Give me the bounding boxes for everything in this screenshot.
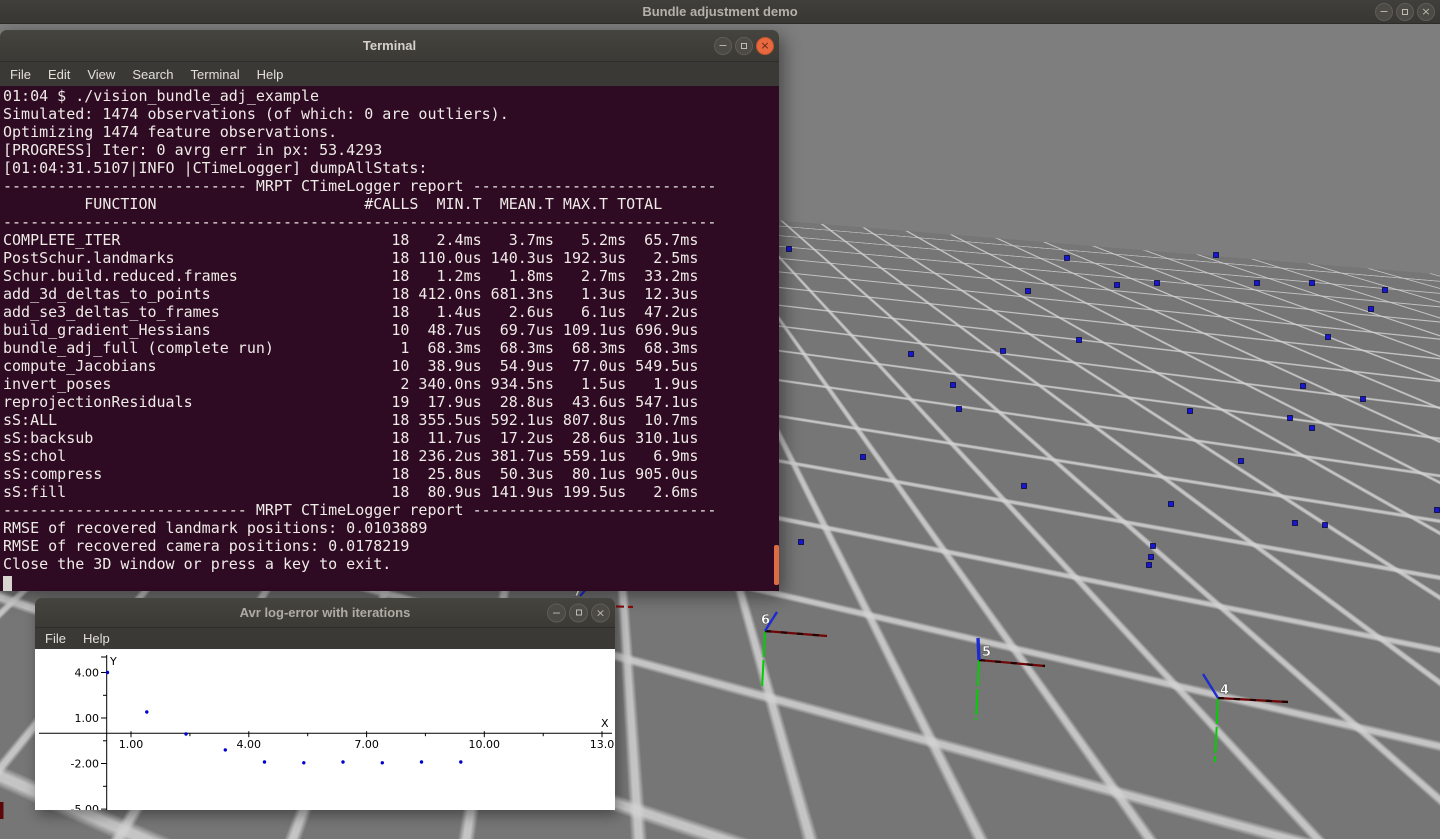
x-tick-label: 7.00 xyxy=(354,738,379,751)
chart-point xyxy=(106,671,109,674)
y-tick-label: -2.00 xyxy=(71,758,99,771)
terminal-scrollbar[interactable] xyxy=(774,545,779,585)
main-window-title: Bundle adjustment demo xyxy=(642,4,797,19)
terminal-line: sS:backsub 18 11.7us 17.2us 28.6us 310.1… xyxy=(3,429,779,447)
terminal-output[interactable]: 01:04 $ ./vision_bundle_adj_exampleSimul… xyxy=(0,86,779,591)
terminal-line: RMSE of recovered landmark positions: 0.… xyxy=(3,519,779,537)
terminal-line: bundle_adj_full (complete run) 1 68.3ms … xyxy=(3,339,779,357)
minimize-icon: − xyxy=(552,607,561,618)
plot-maximize-button[interactable] xyxy=(569,603,588,622)
terminal-window-controls: − × xyxy=(714,37,774,55)
terminal-line: Close the 3D window or press a key to ex… xyxy=(3,555,779,573)
menu-item-edit[interactable]: Edit xyxy=(48,67,70,82)
chart-point xyxy=(459,760,462,763)
chart-point xyxy=(381,761,384,764)
close-icon: × xyxy=(760,40,769,51)
terminal-line: ----------------------------------------… xyxy=(3,213,779,231)
main-window-controls: − × xyxy=(1375,3,1435,21)
minimize-icon: − xyxy=(1379,6,1388,17)
terminal-line: 01:04 $ ./vision_bundle_adj_example xyxy=(3,87,779,105)
terminal-line: COMPLETE_ITER 18 2.4ms 3.7ms 5.2ms 65.7m… xyxy=(3,231,779,249)
x-tick-label: 1.00 xyxy=(119,738,144,751)
minimize-icon: − xyxy=(718,40,727,51)
plot-menu-item-help[interactable]: Help xyxy=(83,631,110,646)
menu-item-file[interactable]: File xyxy=(10,67,31,82)
terminal-line: FUNCTION #CALLS MIN.T MEAN.T MAX.T TOTAL xyxy=(3,195,779,213)
menu-item-view[interactable]: View xyxy=(87,67,115,82)
terminal-line: Optimizing 1474 feature observations. xyxy=(3,123,779,141)
terminal-line: --------------------------- MRPT CTimeLo… xyxy=(3,177,779,195)
terminal-maximize-button[interactable] xyxy=(735,37,753,55)
terminal-line: compute_Jacobians 10 38.9us 54.9us 77.0u… xyxy=(3,357,779,375)
x-tick-label: 10.00 xyxy=(469,738,501,751)
x-axis-label: X xyxy=(601,717,609,730)
terminal-line: invert_poses 2 340.0ns 934.5ns 1.5us 1.9… xyxy=(3,375,779,393)
y-tick-label: 4.00 xyxy=(75,667,100,680)
terminal-lines: 01:04 $ ./vision_bundle_adj_exampleSimul… xyxy=(3,87,779,591)
plot-area: 1.00 4.00 7.00 10.00 13.0 4.00 1.00 -2.00 -5.00 Y… xyxy=(35,649,615,810)
plot-window-title: Avr log-error with iterations xyxy=(240,605,411,620)
plot-window-controls: − × xyxy=(547,603,610,622)
x-tick-label: 13.0 xyxy=(590,738,615,751)
minimize-button[interactable]: − xyxy=(1375,3,1393,21)
terminal-line: sS:chol 18 236.2us 381.7us 559.1us 6.9ms xyxy=(3,447,779,465)
plot-window: Avr log-error with iterations − × File H… xyxy=(35,598,615,810)
terminal-line: --------------------------- MRPT CTimeLo… xyxy=(3,501,779,519)
terminal-line: PostSchur.landmarks 18 110.0us 140.3us 1… xyxy=(3,249,779,267)
y-tick-label: -5.00 xyxy=(71,803,99,810)
chart-point xyxy=(184,732,187,735)
chart-point xyxy=(224,748,227,751)
y-tick-label: 1.00 xyxy=(75,712,100,725)
terminal-line: Schur.build.reduced.frames 18 1.2ms 1.8m… xyxy=(3,267,779,285)
terminal-line: [01:04:31.5107|INFO |CTimeLogger] dumpAl… xyxy=(3,159,779,177)
close-button[interactable]: × xyxy=(1417,3,1435,21)
terminal-line: add_se3_deltas_to_frames 18 1.4us 2.6us … xyxy=(3,303,779,321)
terminal-window: Terminal − × File Edit View Search Termi… xyxy=(0,30,779,590)
y-axis-label: Y xyxy=(109,655,117,668)
maximize-icon xyxy=(1402,9,1408,15)
maximize-icon xyxy=(576,610,582,616)
menu-item-help[interactable]: Help xyxy=(257,67,284,82)
main-window-titlebar[interactable]: Bundle adjustment demo − × xyxy=(0,0,1440,24)
terminal-line: sS:fill 18 80.9us 141.9us 199.5us 2.6ms xyxy=(3,483,779,501)
plot-titlebar[interactable]: Avr log-error with iterations − × xyxy=(35,598,615,628)
close-icon: × xyxy=(1421,6,1430,17)
maximize-button[interactable] xyxy=(1396,3,1414,21)
chart-point xyxy=(420,760,423,763)
terminal-line: [PROGRESS] Iter: 0 avrg err in px: 53.42… xyxy=(3,141,779,159)
terminal-line: Simulated: 1474 observations (of which: … xyxy=(3,105,779,123)
terminal-line: add_3d_deltas_to_points 18 412.0ns 681.3… xyxy=(3,285,779,303)
chart-point xyxy=(341,760,344,763)
terminal-line: sS:ALL 18 355.5us 592.1us 807.8us 10.7ms xyxy=(3,411,779,429)
plot-close-button[interactable]: × xyxy=(591,603,610,622)
terminal-line: build_gradient_Hessians 10 48.7us 69.7us… xyxy=(3,321,779,339)
terminal-minimize-button[interactable]: − xyxy=(714,37,732,55)
chart-point xyxy=(145,710,148,713)
terminal-line: RMSE of recovered camera positions: 0.01… xyxy=(3,537,779,555)
terminal-title: Terminal xyxy=(363,38,416,53)
terminal-titlebar[interactable]: Terminal − × xyxy=(0,30,779,62)
menu-item-search[interactable]: Search xyxy=(132,67,173,82)
plot-menu-item-file[interactable]: File xyxy=(45,631,66,646)
terminal-cursor xyxy=(3,576,12,591)
plot-menubar: File Help xyxy=(35,628,615,649)
terminal-line: sS:compress 18 25.8us 50.3us 80.1us 905.… xyxy=(3,465,779,483)
close-icon: × xyxy=(596,607,605,618)
plot-minimize-button[interactable]: − xyxy=(547,603,566,622)
plot-canvas[interactable]: 1.00 4.00 7.00 10.00 13.0 4.00 1.00 -2.00 -5.00 Y… xyxy=(35,649,615,810)
maximize-icon xyxy=(741,43,747,49)
chart-point xyxy=(263,760,266,763)
chart-point xyxy=(302,761,305,764)
menu-item-terminal[interactable]: Terminal xyxy=(191,67,240,82)
terminal-line: reprojectionResiduals 19 17.9us 28.8us 4… xyxy=(3,393,779,411)
x-tick-label: 4.00 xyxy=(237,738,261,751)
terminal-menubar: File Edit View Search Terminal Help xyxy=(0,62,779,86)
terminal-close-button[interactable]: × xyxy=(756,37,774,55)
